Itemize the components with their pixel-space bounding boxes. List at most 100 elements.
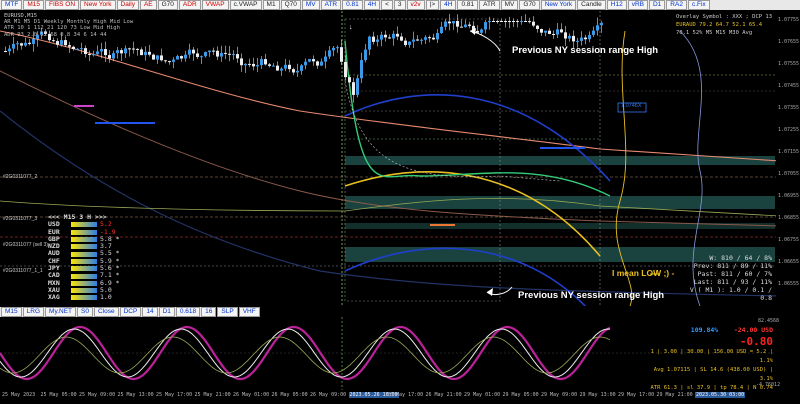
toolbar-button[interactable]: ATR <box>320 0 342 10</box>
currency-row: CAD 7.1 * <box>48 272 134 280</box>
stats-w: W: 810 / 64 / 8% <box>709 254 772 262</box>
toolbar-button[interactable]: H12 <box>606 0 627 10</box>
toolbar-button[interactable]: G70 <box>157 0 178 10</box>
candle-body <box>320 61 323 66</box>
candle-body <box>324 56 327 62</box>
time-tick-label: 26 May 05:00 <box>271 392 308 398</box>
candle-body <box>572 35 575 42</box>
candle-body <box>516 21 519 23</box>
toolbar-button[interactable]: New York <box>80 0 116 10</box>
candle-body <box>152 54 155 60</box>
toolbar-button[interactable]: Candle <box>577 0 606 10</box>
indicator-toolbar-button[interactable]: 16 <box>201 307 217 317</box>
toolbar-button[interactable]: c.VWAP <box>229 0 262 10</box>
toolbar-button[interactable]: AE <box>139 0 157 10</box>
candle-body <box>268 64 271 66</box>
candle-body <box>100 49 103 52</box>
toolbar-button[interactable]: MTF <box>1 0 23 10</box>
toolbar-button[interactable]: M1 <box>262 0 280 10</box>
candle-body <box>108 55 111 59</box>
candle-body <box>568 35 571 39</box>
toolbar-button[interactable]: 0.81 <box>342 0 363 10</box>
price-scale[interactable]: 1.07755 1.07655 1.07555 1.07455 1.07355 1.072… <box>776 11 800 306</box>
price-tick-label: 1.07455 <box>778 83 800 89</box>
time-tick-label: 29 May 13:00 <box>579 392 616 398</box>
candle-body <box>420 39 423 41</box>
time-tick-label: 26 May 01:00 <box>233 392 270 398</box>
currency-row: USD 5.2 <box>48 220 134 228</box>
trade-stats-panel: 109.84% -24.00 USD -0.80 1 | 3.00 | 30.0… <box>648 326 773 393</box>
candle-body <box>412 39 415 42</box>
toolbar-button[interactable]: ATR <box>479 0 500 10</box>
toolbar-button[interactable]: FIBS ON <box>45 0 80 10</box>
indicator-toolbar-button[interactable]: My.NET <box>45 307 77 317</box>
toolbar-button[interactable]: |> <box>425 0 440 10</box>
candle-body <box>308 59 311 62</box>
toolbar-button[interactable]: M15 <box>23 0 45 10</box>
toolbar-button[interactable]: < <box>381 0 393 10</box>
indicator-toolbar-button[interactable]: M15 <box>1 307 22 317</box>
toolbar-button[interactable]: VWAP <box>201 0 229 10</box>
currency-strength-header[interactable]: <<< M15 3 H >>> <box>48 213 134 221</box>
strength-bar <box>71 222 97 228</box>
price-box-label: 1.0746X <box>621 103 642 109</box>
strength-bar <box>71 280 97 286</box>
toolbar-button[interactable]: MV <box>500 0 519 10</box>
toolbar-button[interactable]: New York <box>540 0 577 10</box>
candle-body <box>528 21 531 23</box>
candle-body <box>340 47 343 62</box>
indicator-toolbar-button[interactable]: DCP <box>119 307 142 317</box>
trade-line-2: Avg 1.07115 | SL 14.6 (438.00 USD) | 3.1… <box>653 367 773 382</box>
candle-body <box>172 59 175 62</box>
stats-last: Last: 811 / 93 / 11% <box>693 278 772 286</box>
toolbar-button[interactable]: ADR <box>178 0 201 10</box>
candle-body <box>60 40 63 45</box>
order-label: #2G0311077 (sell 3) <box>3 242 48 248</box>
toolbar-button[interactable]: Q70 <box>280 0 301 10</box>
toolbar-button[interactable]: 4H <box>363 0 381 10</box>
indicator-toolbar-button[interactable]: 14 <box>142 307 158 317</box>
candle-body <box>428 37 431 39</box>
candle-body <box>492 21 495 22</box>
indicator-toolbar-button[interactable]: D1 <box>158 307 175 317</box>
candle-body <box>376 39 379 42</box>
toolbar-button[interactable]: vRB <box>627 0 648 10</box>
candle-body <box>404 40 407 45</box>
indicator-toolbar-button[interactable]: VHF <box>238 307 260 317</box>
toolbar-button[interactable]: v2v <box>406 0 425 10</box>
toolbar-button[interactable]: 0.81 <box>457 0 479 10</box>
candle-body <box>464 24 467 28</box>
time-tick-label: 25 May 05:00 <box>40 392 77 398</box>
price-tick-label: 1.06955 <box>778 193 800 199</box>
candle-body <box>596 25 599 31</box>
toolbar-button[interactable]: G70 <box>519 0 540 10</box>
candle-body <box>564 32 567 39</box>
candle-body <box>220 52 223 57</box>
candle-body <box>216 50 219 57</box>
toolbar-button[interactable]: RA2 <box>666 0 687 10</box>
candle-body <box>248 63 251 65</box>
candle-body <box>312 59 315 62</box>
toolbar-button[interactable]: 4H <box>440 0 457 10</box>
candle-body <box>124 48 127 54</box>
time-tick-label: 26 May 21:00 <box>425 392 462 398</box>
toolbar-button[interactable]: MV <box>301 0 320 10</box>
price-tick-label: 1.07555 <box>778 61 800 67</box>
candle-body <box>260 59 263 66</box>
indicator-toolbar-button[interactable]: LRG <box>22 307 45 317</box>
candle-body <box>356 78 359 95</box>
toolbar-button[interactable]: Daily <box>116 0 139 10</box>
candle-body <box>276 65 279 71</box>
time-axis[interactable]: 25 May 2023 25 May 05:00 25 May 09:00 25 Ma… <box>0 390 776 404</box>
toolbar-button[interactable]: D1 <box>648 0 666 10</box>
candle-body <box>84 48 87 55</box>
indicator-toolbar-button[interactable]: Close <box>93 307 119 317</box>
candle-body <box>408 41 411 45</box>
candle-body <box>200 56 203 58</box>
indicator-toolbar-button[interactable]: S0 <box>77 307 93 317</box>
toolbar-button[interactable]: c.Fix <box>687 0 710 10</box>
indicator-toolbar-button[interactable]: SLP <box>217 307 238 317</box>
toolbar-button[interactable]: 3 <box>393 0 406 10</box>
indicator-toolbar-button[interactable]: 0.618 <box>175 307 201 317</box>
candle-body <box>184 54 187 59</box>
